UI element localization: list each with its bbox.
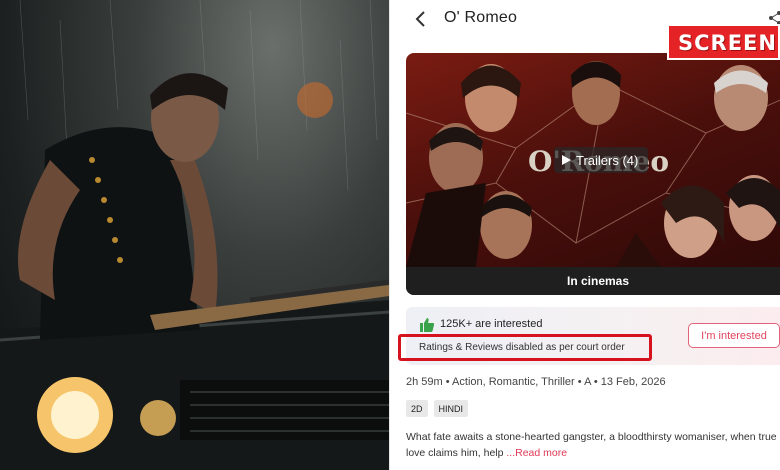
highlight-box: [398, 334, 652, 361]
trailers-button[interactable]: Trailers (4): [554, 147, 649, 173]
language-tag: HINDI: [433, 400, 469, 417]
back-arrow-icon[interactable]: [410, 8, 432, 30]
movie-meta-info: 2h 59m • Action, Romantic, Thriller • A …: [406, 376, 666, 388]
release-label: In cinemas: [567, 274, 630, 288]
format-tag: 2D: [406, 400, 428, 417]
promo-photo: [0, 0, 389, 470]
movie-poster[interactable]: O'Romeo Trailers (4) In cinemas: [406, 53, 780, 295]
trailers-label: Trailers (4): [576, 152, 639, 168]
thumbs-up-icon: [419, 317, 435, 333]
screen-watermark-stamp: SCREEN: [667, 24, 780, 60]
im-interested-button[interactable]: I'm interested: [688, 323, 780, 348]
release-status-bar: In cinemas: [406, 267, 780, 295]
read-more-link[interactable]: ...Read more: [506, 447, 567, 459]
format-tags: 2D HINDI: [406, 400, 469, 417]
synopsis-text: What fate awaits a stone-hearted gangste…: [406, 431, 777, 459]
interest-count: 125K+ are interested: [440, 318, 543, 330]
play-icon: [562, 155, 571, 165]
synopsis: What fate awaits a stone-hearted gangste…: [406, 430, 778, 461]
page-title: O' Romeo: [444, 9, 518, 26]
